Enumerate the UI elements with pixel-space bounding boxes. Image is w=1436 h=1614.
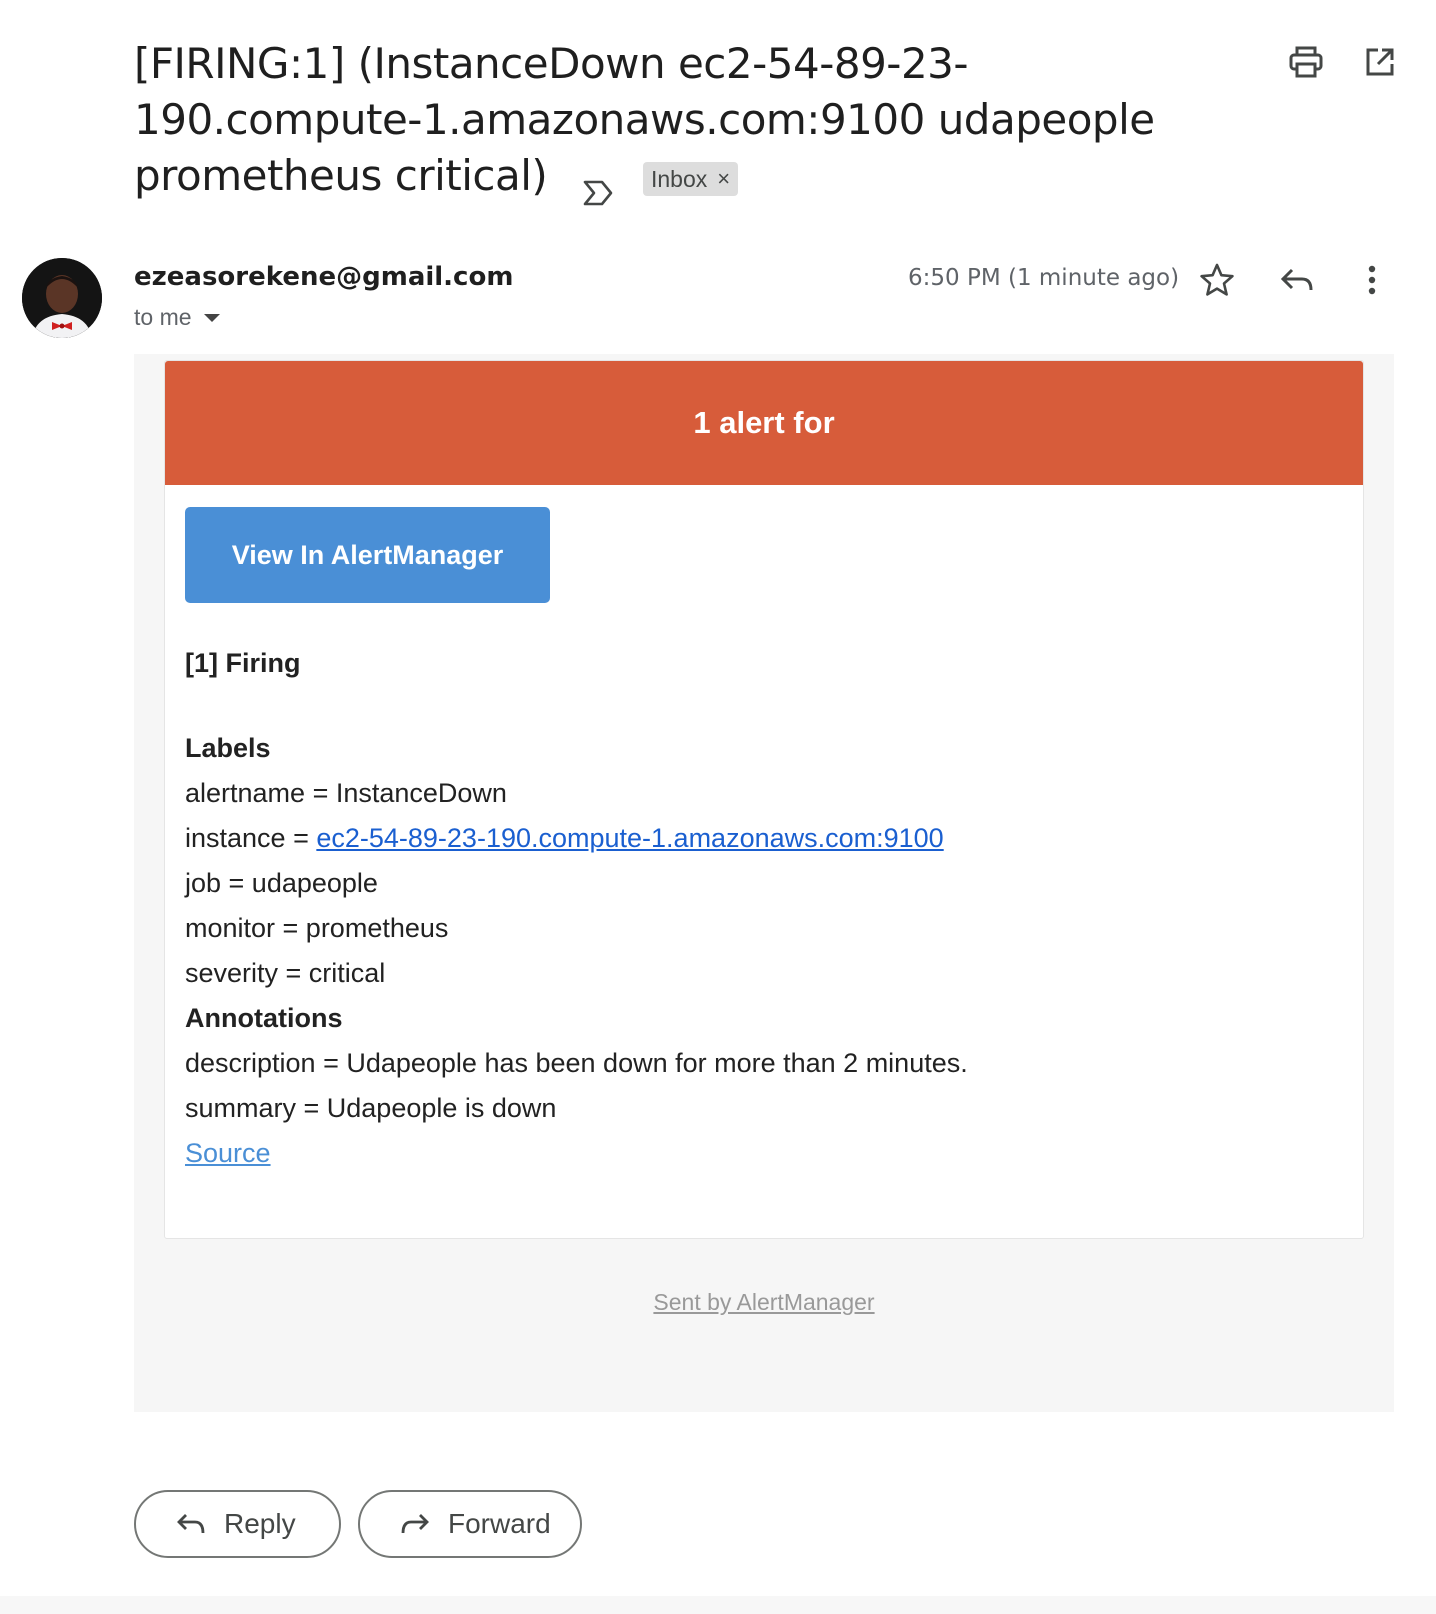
open-in-new-icon[interactable] (1360, 42, 1400, 82)
printer-icon[interactable] (1286, 42, 1326, 82)
sender-email[interactable]: ezeasorekene@gmail.com (134, 262, 513, 292)
label-severity: severity = critical (185, 958, 386, 988)
inbox-label-chip: Inbox × (643, 161, 739, 196)
important-label-icon[interactable] (582, 165, 614, 205)
alert-banner: 1 alert for (165, 361, 1363, 485)
instance-link[interactable]: ec2-54-89-23-190.compute-1.amazonaws.com… (316, 823, 943, 853)
view-in-alertmanager-button[interactable]: View In AlertManager (185, 507, 550, 603)
reply-button[interactable]: Reply (134, 1490, 341, 1558)
star-icon[interactable] (1195, 258, 1239, 302)
source-link[interactable]: Source (185, 1138, 271, 1168)
label-instance-key: instance = (185, 823, 317, 853)
bottom-divider (0, 1596, 1436, 1614)
label-alertname: alertname = InstanceDown (185, 778, 507, 808)
sent-by-alertmanager-link[interactable]: Sent by AlertManager (134, 1289, 1394, 1316)
label-job: job = udapeople (185, 868, 378, 898)
annotations-heading: Annotations (185, 1003, 343, 1033)
more-options-icon[interactable] (1350, 258, 1394, 302)
email-subject: [FIRING:1] (InstanceDown ec2-54-89-23-19… (134, 36, 1224, 205)
reply-arrow-icon (177, 1514, 205, 1534)
labels-heading: Labels (185, 733, 271, 763)
recipient-text: to me (134, 304, 192, 330)
annotation-description: description = Udapeople has been down fo… (185, 1048, 968, 1078)
annotation-summary: summary = Udapeople is down (185, 1093, 557, 1123)
alert-details: [1] Firing Labels alertname = InstanceDo… (185, 641, 968, 1176)
firing-heading: [1] Firing (185, 648, 301, 678)
remove-label-icon[interactable]: × (717, 151, 730, 207)
forward-button[interactable]: Forward (358, 1490, 582, 1558)
reply-icon[interactable] (1275, 258, 1319, 302)
forward-button-label: Forward (448, 1508, 551, 1539)
show-details-chevron-icon[interactable] (203, 313, 220, 322)
reply-button-label: Reply (224, 1508, 296, 1539)
sender-avatar[interactable] (22, 258, 102, 338)
label-instance: instance = ec2-54-89-23-190.compute-1.am… (185, 816, 968, 861)
alert-card: 1 alert for View In AlertManager [1] Fir… (164, 360, 1364, 1239)
forward-arrow-icon (401, 1514, 429, 1534)
message-body: 1 alert for View In AlertManager [1] Fir… (134, 354, 1394, 1412)
recipient-line: to me (134, 304, 220, 331)
inbox-label-text: Inbox (651, 165, 708, 192)
label-monitor: monitor = prometheus (185, 913, 449, 943)
message-time: 6:50 PM (1 minute ago) (908, 265, 1180, 291)
